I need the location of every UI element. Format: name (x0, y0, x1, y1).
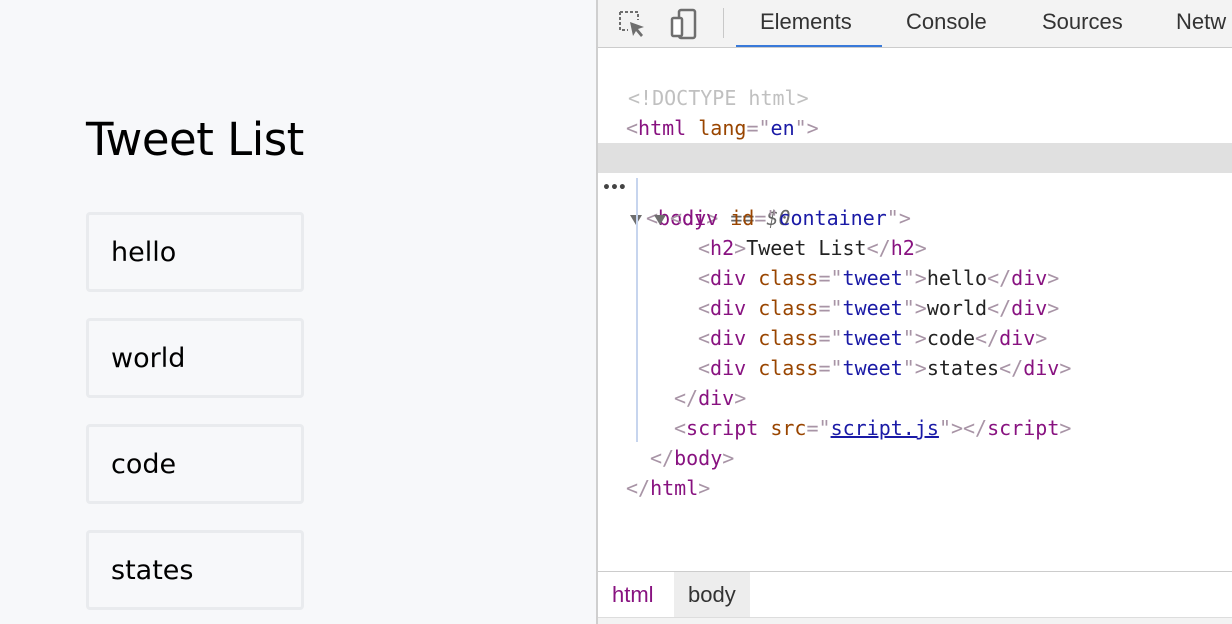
tweet-card: hello (86, 212, 304, 292)
tweet-text: states (111, 555, 194, 586)
dom-node-tweet[interactable]: <div class="tweet">code</div> (598, 293, 1232, 350)
devtools-toolbar: Elements Console Sources Netw (598, 0, 1232, 48)
dom-node-tweet[interactable]: <div class="tweet">hello</div> (598, 233, 1232, 290)
tweet-card: states (86, 530, 304, 610)
rendered-page: Tweet List hello world code states (0, 0, 596, 624)
tweet-card: world (86, 318, 304, 398)
dom-node-body-selected[interactable]: ••• <body> == $0 (598, 143, 1232, 230)
dom-node-container-close[interactable]: </div> (598, 353, 1232, 410)
devtools-panel: Elements Console Sources Netw <!DOCTYPE … (596, 0, 1232, 624)
dom-node-tweet[interactable]: <div class="tweet">states</div> (598, 323, 1232, 380)
tab-console[interactable]: Console (906, 0, 987, 47)
dom-node-h2[interactable]: <h2>Tweet List</h2> (598, 203, 1232, 260)
dom-node-head[interactable]: <head>…</head> (598, 113, 1232, 170)
tweet-text: world (111, 343, 186, 374)
tweet-text: hello (111, 237, 177, 268)
breadcrumb-html[interactable]: html (598, 572, 668, 617)
breadcrumb-body[interactable]: body (674, 572, 750, 617)
tab-network[interactable]: Netw (1176, 0, 1226, 47)
dom-node-html[interactable]: <html lang="en"> (598, 83, 1232, 140)
active-tab-indicator (736, 45, 882, 47)
tab-sources[interactable]: Sources (1042, 0, 1123, 47)
inspect-element-icon[interactable] (616, 8, 648, 40)
tweet-card: code (86, 424, 304, 504)
page-title: Tweet List (86, 113, 304, 166)
device-toolbar-icon[interactable] (668, 8, 700, 40)
html-close-tag: html (650, 476, 699, 500)
tweet-text: code (111, 449, 177, 480)
drawer-edge (598, 617, 1232, 624)
dom-node-script[interactable]: <script src="script.js"></script> (598, 383, 1232, 440)
dom-node-body-close[interactable]: </body> (598, 413, 1232, 470)
tab-elements[interactable]: Elements (760, 0, 852, 47)
breadcrumb: html body (598, 571, 1232, 617)
toolbar-separator (723, 8, 724, 38)
dom-node-doctype[interactable]: <!DOCTYPE html> (598, 53, 1232, 110)
indent-guide (636, 178, 638, 442)
dom-node-container[interactable]: <div id="container"> (598, 173, 1232, 230)
dom-node-tweet[interactable]: <div class="tweet">world</div> (598, 263, 1232, 320)
dom-node-html-close[interactable]: </html> (598, 443, 1232, 500)
